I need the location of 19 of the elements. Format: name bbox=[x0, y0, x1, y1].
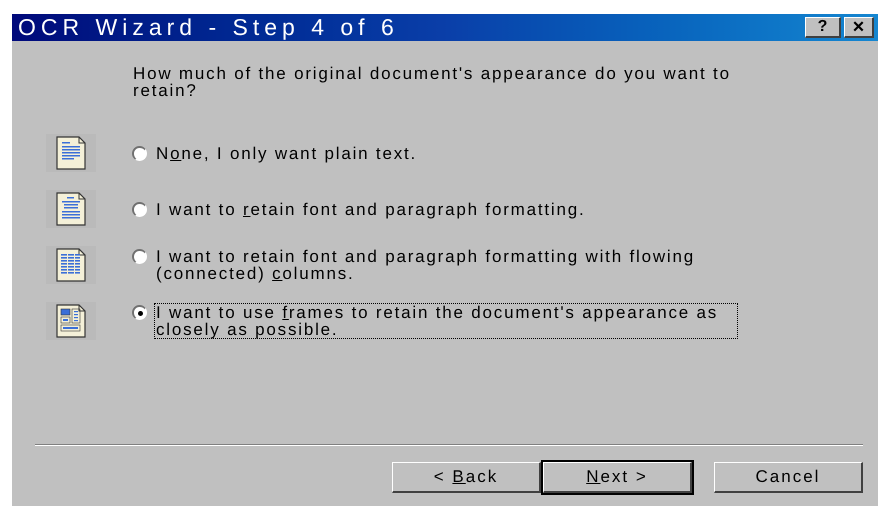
option-label: N o ne, I only want plain text. bbox=[155, 144, 418, 162]
close-button[interactable]: × bbox=[844, 17, 874, 38]
wizard-button[interactable]: Cancel bbox=[714, 462, 863, 493]
radio-option[interactable]: I want to retain font and paragraph formatting. bbox=[132, 200, 737, 218]
radio-button[interactable] bbox=[132, 249, 147, 264]
help-button[interactable]: ? bbox=[805, 17, 841, 38]
radio-button[interactable] bbox=[132, 146, 147, 160]
wizard-button[interactable]: < B ack bbox=[392, 462, 541, 493]
document-icon bbox=[55, 136, 87, 170]
document-icon bbox=[55, 192, 87, 226]
radio-button[interactable] bbox=[132, 202, 147, 216]
wizard-button[interactable]: N ext > bbox=[543, 462, 692, 493]
question-text: How much of the original document's appearance do you want to retain? bbox=[133, 65, 732, 99]
document-icon bbox=[55, 248, 87, 282]
radio-button[interactable] bbox=[132, 305, 147, 320]
window-title: OCR Wizard - Step 4 of 6 bbox=[18, 16, 399, 39]
option-label: I want to retain font and paragraph formatting. bbox=[155, 200, 587, 218]
radio-option[interactable]: N o ne, I only want plain text. bbox=[132, 144, 737, 162]
document-icon bbox=[55, 304, 87, 338]
